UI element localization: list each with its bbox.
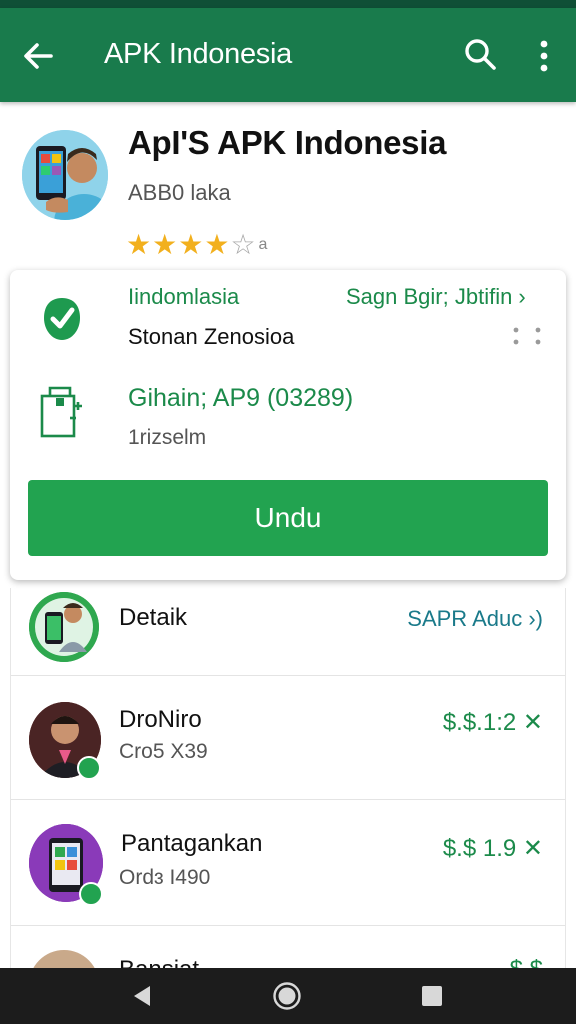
list-item-name: Pantagankan xyxy=(121,830,263,857)
more-horiz-icon[interactable] xyxy=(508,324,548,348)
list-item[interactable]: Pantagankan Ordɜ I490 $.$ 1.9 ✕ xyxy=(11,800,565,926)
nav-home-icon[interactable] xyxy=(272,981,302,1011)
verified-label: Iindomlasia xyxy=(128,284,240,309)
list-item-meta: Ordɜ I490 xyxy=(119,866,211,889)
rating-count: a xyxy=(258,236,268,253)
app-bar: APK Indonesia xyxy=(0,8,576,102)
app-name: ApI'S APK Indonesia xyxy=(128,124,447,161)
price-text: $.$ 1.9 xyxy=(442,835,517,862)
nav-recents-icon[interactable] xyxy=(420,984,444,1008)
star-outline-icon: ☆ xyxy=(230,229,256,260)
list-item[interactable]: DroNiro Cro5 X39 $.$.1:2 ✕ xyxy=(11,676,565,800)
signed-by-text: Sagn Bgir; Jbtifin xyxy=(346,284,513,309)
nav-back-icon[interactable] xyxy=(128,982,156,1010)
store-name: Stonan Zenosioa xyxy=(128,324,295,349)
list-item[interactable]: Bansiat $.$ xyxy=(11,926,565,968)
size-label: 1rizselm xyxy=(128,426,207,449)
star-icon: ★ xyxy=(204,229,230,260)
version-label: Gihain; AP9 (03289) xyxy=(128,384,354,412)
avatar xyxy=(29,592,99,662)
arrow-left-icon[interactable] xyxy=(18,36,58,76)
status-bar xyxy=(0,0,576,8)
more-vert-icon[interactable] xyxy=(530,36,558,76)
rating-stars: ★ ★ ★ ★ ☆ a xyxy=(126,230,267,260)
signed-by-link[interactable]: Sagn Bgir; Jbtifin › xyxy=(346,284,526,310)
list-item-price: $.$ xyxy=(510,956,543,968)
list-item-name: DroNiro xyxy=(119,706,202,733)
related-list: Detaik SAPR Aduc ›) DroNiro Cro5 X39 $.$… xyxy=(10,588,566,968)
app-developer: ABB0 laka xyxy=(128,180,231,205)
search-icon[interactable] xyxy=(460,34,500,74)
star-icon: ★ xyxy=(178,229,204,260)
price-text: $.$.1:2 xyxy=(442,709,517,736)
download-button[interactable]: Undu xyxy=(28,480,548,556)
star-icon: ★ xyxy=(126,229,152,260)
app-bar-title: APK Indonesia xyxy=(104,38,292,70)
screen: APK Indonesia ApI'S APK Indonesia ABB0 l… xyxy=(0,0,576,1024)
verified-badge-icon xyxy=(77,756,101,780)
app-icon xyxy=(22,130,108,220)
star-icon: ★ xyxy=(152,229,178,260)
list-item-link[interactable]: SAPR Aduc ›) xyxy=(407,606,543,632)
list-item-name: Bansiat xyxy=(119,956,199,968)
list-item-name: Detaik xyxy=(119,604,188,631)
avatar xyxy=(29,950,99,968)
verified-badge-icon xyxy=(79,882,103,906)
system-nav-bar xyxy=(0,968,576,1024)
list-item-meta: Cro5 X39 xyxy=(119,740,208,763)
package-file-icon xyxy=(40,386,82,438)
app-info-card: Iindomlasia Sagn Bgir; Jbtifin › Stonan … xyxy=(10,270,566,580)
verified-shield-icon xyxy=(44,298,80,340)
list-item-price: $.$ 1.9 ✕ xyxy=(442,835,543,862)
list-item-price: $.$.1:2 ✕ xyxy=(442,709,543,736)
list-item[interactable]: Detaik SAPR Aduc ›) xyxy=(11,588,565,676)
